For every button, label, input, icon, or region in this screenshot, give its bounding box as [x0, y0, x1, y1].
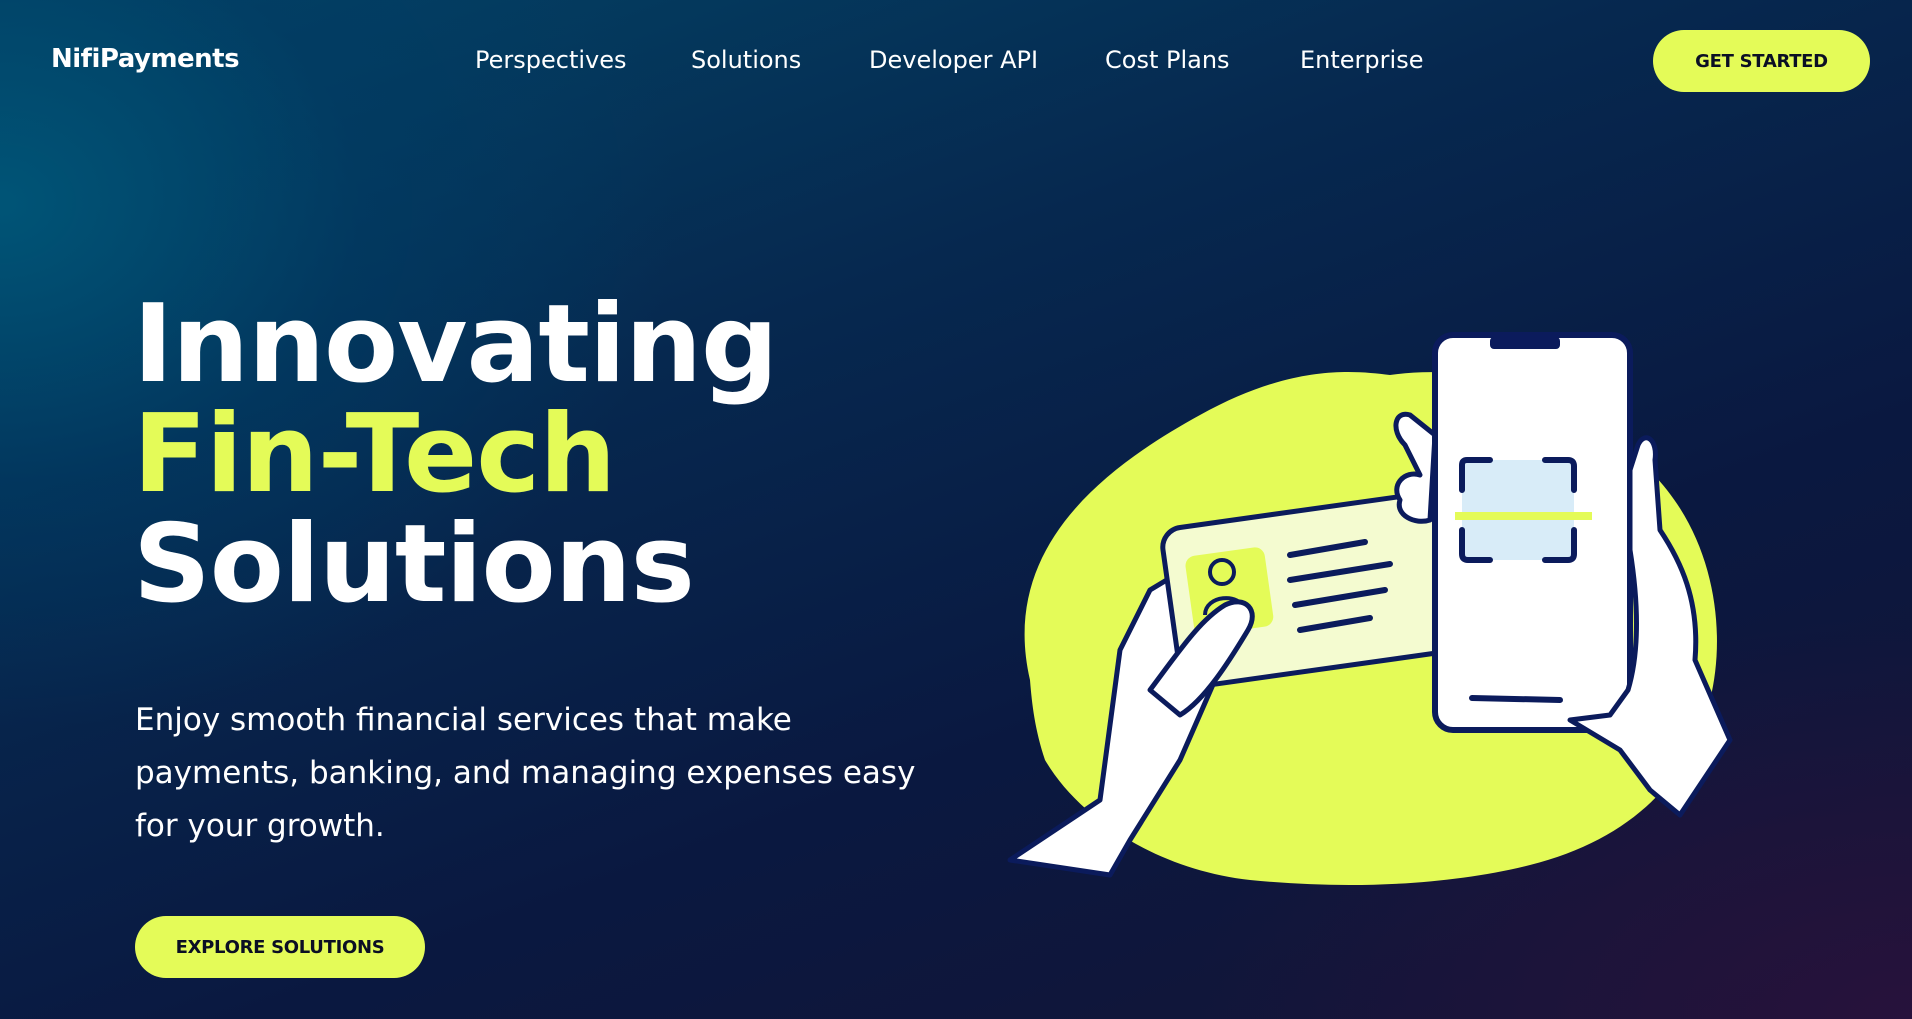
explore-solutions-button[interactable]: EXPLORE SOLUTIONS	[135, 916, 425, 978]
nav-item-perspectives[interactable]: Perspectives	[475, 46, 627, 74]
hero-subtitle: Enjoy smooth financial services that mak…	[135, 702, 916, 844]
hand-holding-phone-scanning-id-card-illustration	[1007, 332, 1733, 886]
smartphone-icon	[1432, 332, 1633, 733]
nav-item-solutions[interactable]: Solutions	[691, 46, 801, 74]
hero-title-line-2: Fin-Tech	[133, 392, 616, 517]
nav-item-cost-plans[interactable]: Cost Plans	[1105, 46, 1230, 74]
hero-title: Innovating Fin-Tech Solutions	[133, 282, 778, 627]
main-nav: Perspectives Solutions Developer API Cos…	[0, 46, 1912, 80]
hero-illustration	[990, 320, 1770, 940]
nav-item-developer-api[interactable]: Developer API	[869, 46, 1038, 74]
get-started-button[interactable]: GET STARTED	[1653, 30, 1870, 92]
hero-title-line-3: Solutions	[133, 502, 695, 627]
nav-item-enterprise[interactable]: Enterprise	[1300, 46, 1423, 74]
hero-title-line-1: Innovating	[133, 282, 778, 407]
